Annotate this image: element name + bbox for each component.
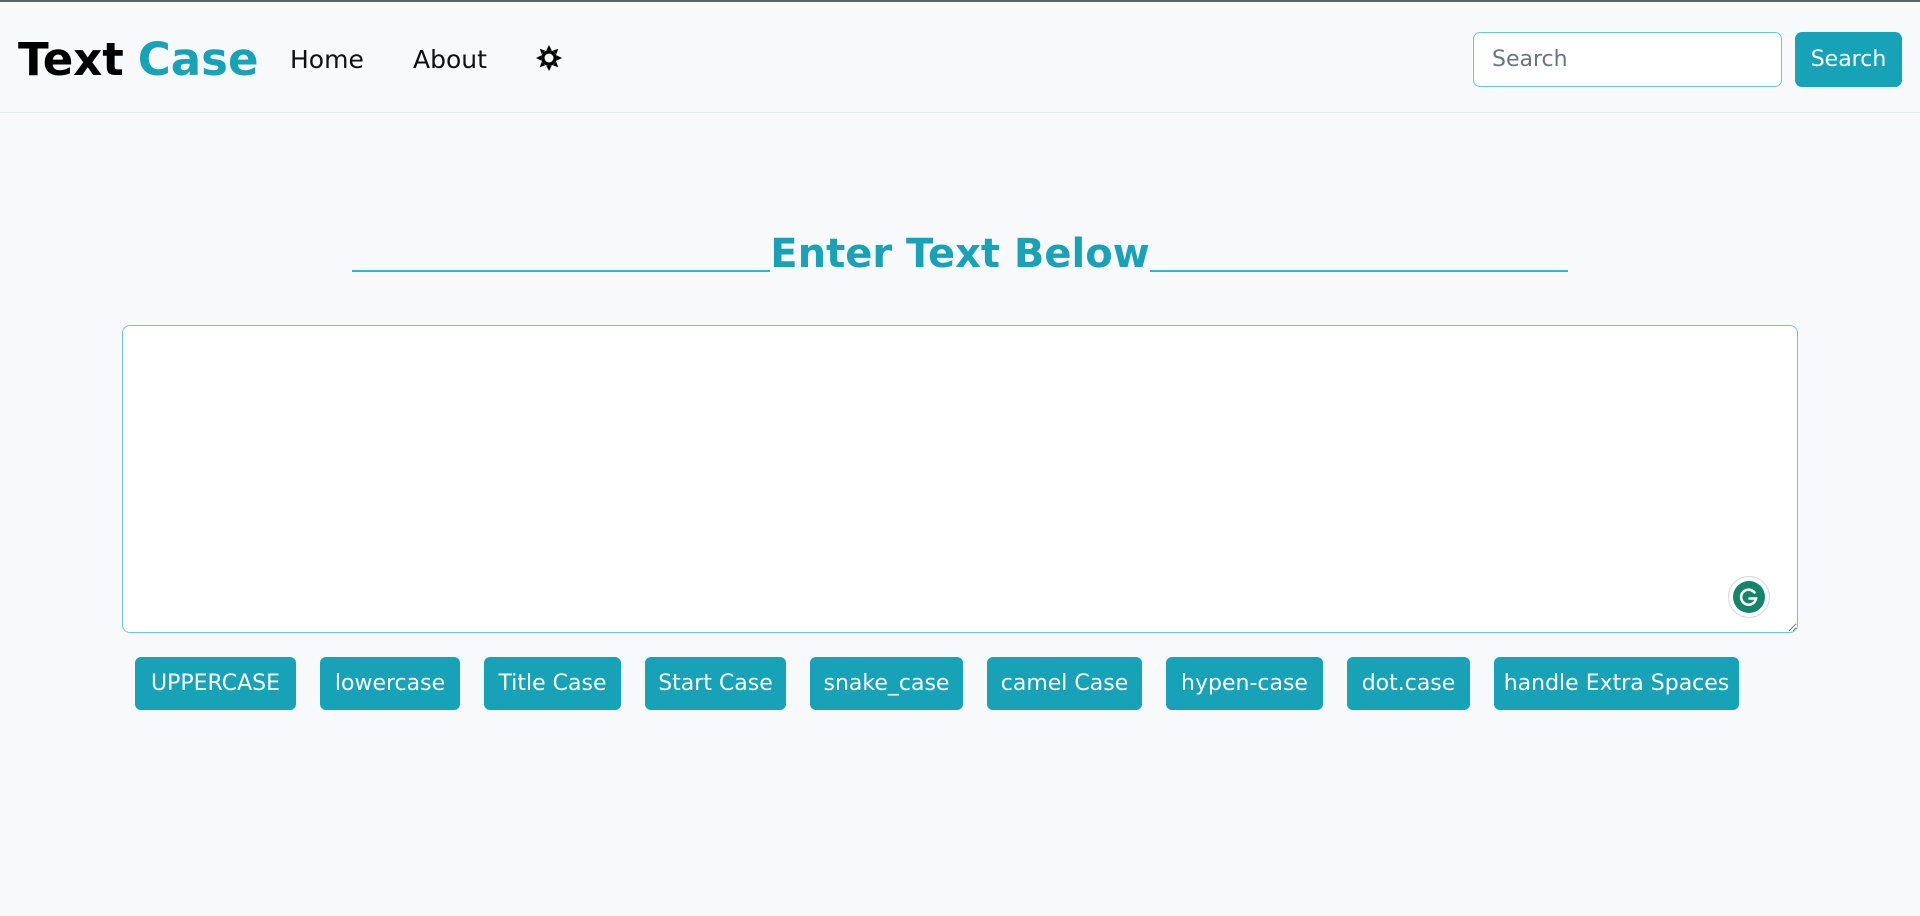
lowercase-button[interactable]: lowercase — [320, 657, 460, 710]
heading-rule-right — [1150, 270, 1568, 272]
brand-logo[interactable]: Text Case — [18, 30, 258, 90]
start-case-button[interactable]: Start Case — [645, 657, 786, 710]
navbar: Text Case Home About Search — [0, 2, 1920, 113]
nav-about-link[interactable]: About — [413, 42, 487, 78]
camel-case-button[interactable]: camel Case — [987, 657, 1142, 710]
text-input-area[interactable] — [122, 325, 1798, 633]
uppercase-button[interactable]: UPPERCASE — [135, 657, 296, 710]
snake-case-button[interactable]: snake_case — [810, 657, 963, 710]
hyphen-case-button[interactable]: hypen-case — [1166, 657, 1323, 710]
sun-icon[interactable] — [534, 43, 564, 73]
page-heading: Enter Text Below — [770, 231, 1150, 277]
brand-text: Text — [18, 33, 124, 86]
dot-case-button[interactable]: dot.case — [1347, 657, 1470, 710]
search-input[interactable] — [1473, 32, 1782, 87]
title-case-button[interactable]: Title Case — [484, 657, 621, 710]
handle-extra-spaces-button[interactable]: handle Extra Spaces — [1494, 657, 1739, 710]
nav-home-link[interactable]: Home — [290, 42, 364, 78]
search-button[interactable]: Search — [1795, 32, 1902, 87]
brand-accent-text: Case — [137, 33, 259, 86]
grammarly-icon[interactable] — [1728, 576, 1770, 618]
